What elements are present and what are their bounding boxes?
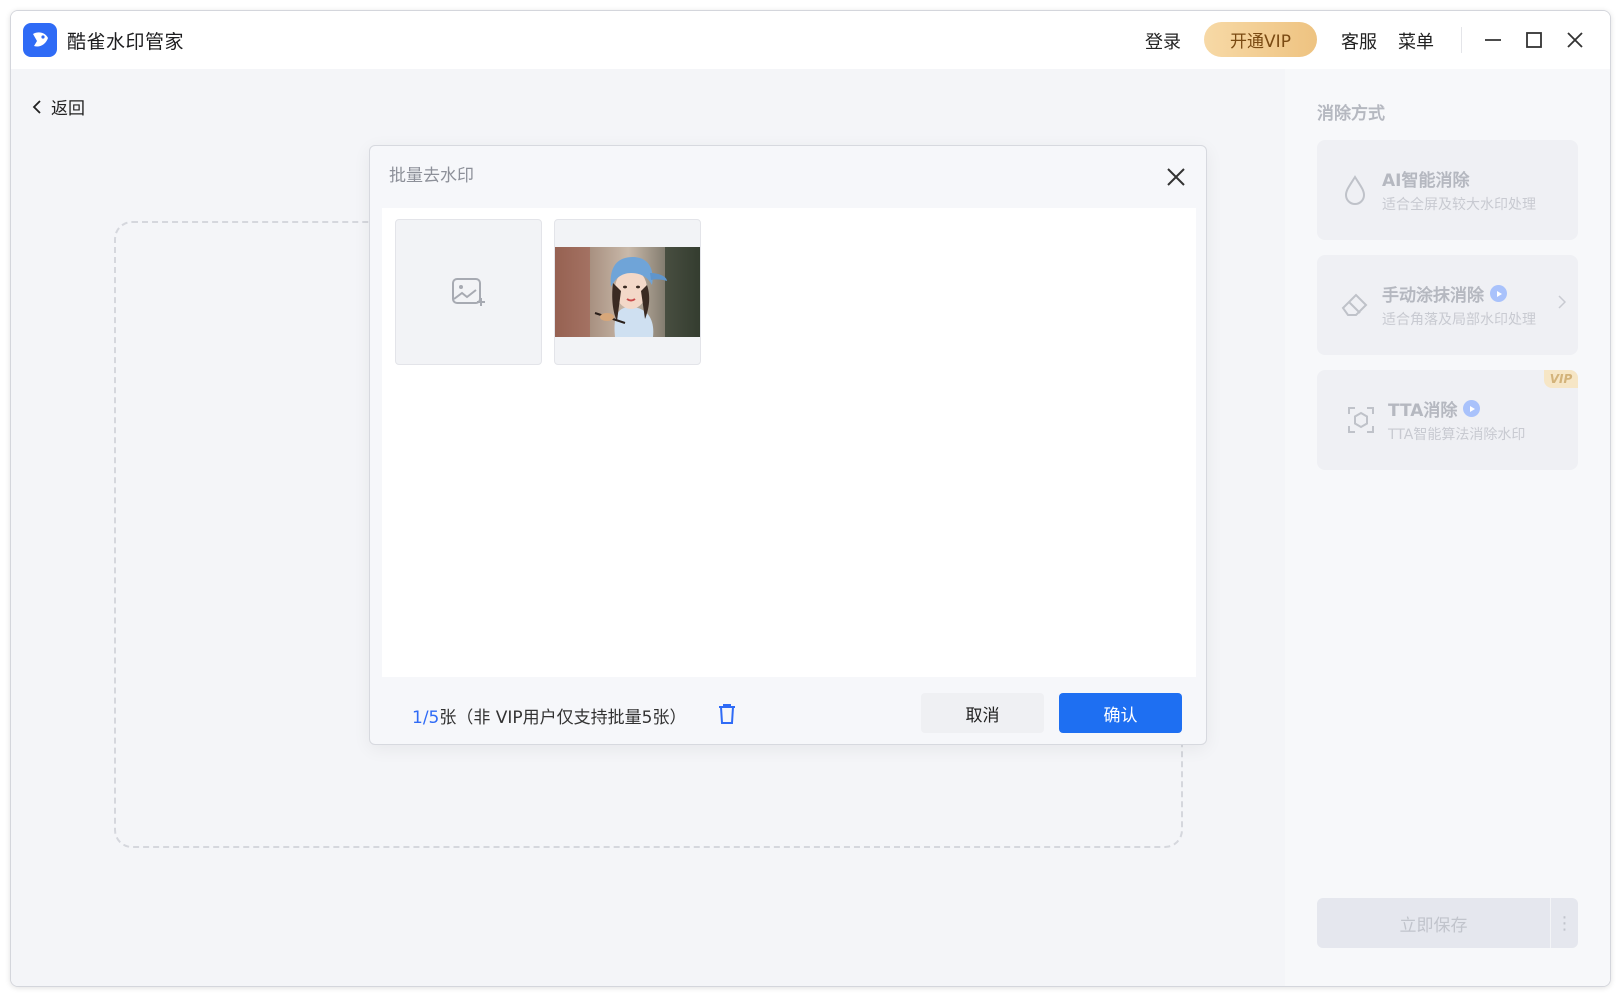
cancel-button[interactable]: 取消 bbox=[921, 693, 1044, 733]
maximize-icon[interactable] bbox=[1519, 25, 1549, 55]
method-card-ai[interactable]: AI智能消除 适合全屏及较大水印处理 bbox=[1317, 140, 1578, 240]
method-title: TTA消除 bbox=[1388, 401, 1458, 421]
method-title: AI智能消除 bbox=[1382, 171, 1470, 191]
title-bar: 酷雀水印管家 登录 开通VIP 客服 菜单 bbox=[11, 11, 1610, 69]
batch-watermark-dialog: 批量去水印 1/5张（非 VIP用户仅支持批量5张） 取消 确认 bbox=[369, 145, 1207, 745]
titlebar-divider bbox=[1461, 27, 1462, 53]
dialog-title: 批量去水印 bbox=[389, 166, 474, 186]
confirm-button[interactable]: 确认 bbox=[1059, 693, 1182, 733]
method-title: 手动涂抹消除 bbox=[1382, 286, 1484, 306]
image-thumbnail[interactable] bbox=[554, 219, 701, 365]
minimize-icon[interactable] bbox=[1478, 25, 1508, 55]
save-label: 立即保存 bbox=[1399, 915, 1468, 936]
back-button[interactable]: 返回 bbox=[31, 94, 85, 119]
eraser-icon bbox=[1337, 287, 1373, 323]
batch-count: 1/5张（非 VIP用户仅支持批量5张） bbox=[412, 703, 687, 728]
trash-icon[interactable] bbox=[714, 701, 740, 727]
removal-method-panel: 消除方式 AI智能消除 适合全屏及较大水印处理 手动涂抹消除 适合角落及局部水印… bbox=[1285, 69, 1610, 986]
method-card-tta[interactable]: VIP TTA消除 TTA智能算法消除水印 bbox=[1317, 370, 1578, 470]
close-icon[interactable] bbox=[1163, 164, 1189, 190]
chevron-left-icon bbox=[32, 99, 41, 114]
add-image-button[interactable] bbox=[395, 219, 542, 365]
method-subtitle: 适合全屏及较大水印处理 bbox=[1382, 197, 1536, 213]
dialog-footer: 1/5张（非 VIP用户仅支持批量5张） 取消 确认 bbox=[370, 677, 1206, 746]
photo-thumbnail bbox=[555, 247, 700, 337]
vip-badge: VIP bbox=[1544, 370, 1578, 388]
image-grid bbox=[382, 208, 1196, 677]
count-current: 1 bbox=[412, 708, 423, 728]
login-link[interactable]: 登录 bbox=[1145, 28, 1181, 54]
customer-service-link[interactable]: 客服 bbox=[1341, 28, 1377, 54]
app-logo-icon bbox=[23, 23, 57, 57]
method-subtitle: TTA智能算法消除水印 bbox=[1388, 427, 1526, 443]
droplet-icon bbox=[1337, 172, 1373, 208]
back-label: 返回 bbox=[51, 99, 85, 119]
chevron-right-icon bbox=[1558, 293, 1567, 314]
scan-box-icon bbox=[1343, 402, 1379, 438]
open-vip-button[interactable]: 开通VIP bbox=[1204, 22, 1317, 57]
panel-title: 消除方式 bbox=[1317, 104, 1385, 124]
count-total: /5 bbox=[422, 708, 440, 728]
method-card-manual[interactable]: 手动涂抹消除 适合角落及局部水印处理 bbox=[1317, 255, 1578, 355]
save-now-button[interactable]: 立即保存 ⋮ bbox=[1317, 898, 1578, 948]
play-video-icon[interactable] bbox=[1463, 400, 1481, 417]
add-image-icon bbox=[451, 278, 485, 306]
more-options-icon[interactable]: ⋮ bbox=[1550, 898, 1578, 948]
method-subtitle: 适合角落及局部水印处理 bbox=[1382, 312, 1536, 328]
app-title: 酷雀水印管家 bbox=[67, 31, 185, 53]
count-note: 张（非 VIP用户仅支持批量5张） bbox=[439, 708, 687, 728]
menu-link[interactable]: 菜单 bbox=[1398, 28, 1434, 54]
play-video-icon[interactable] bbox=[1490, 285, 1507, 302]
close-window-icon[interactable] bbox=[1560, 25, 1590, 55]
